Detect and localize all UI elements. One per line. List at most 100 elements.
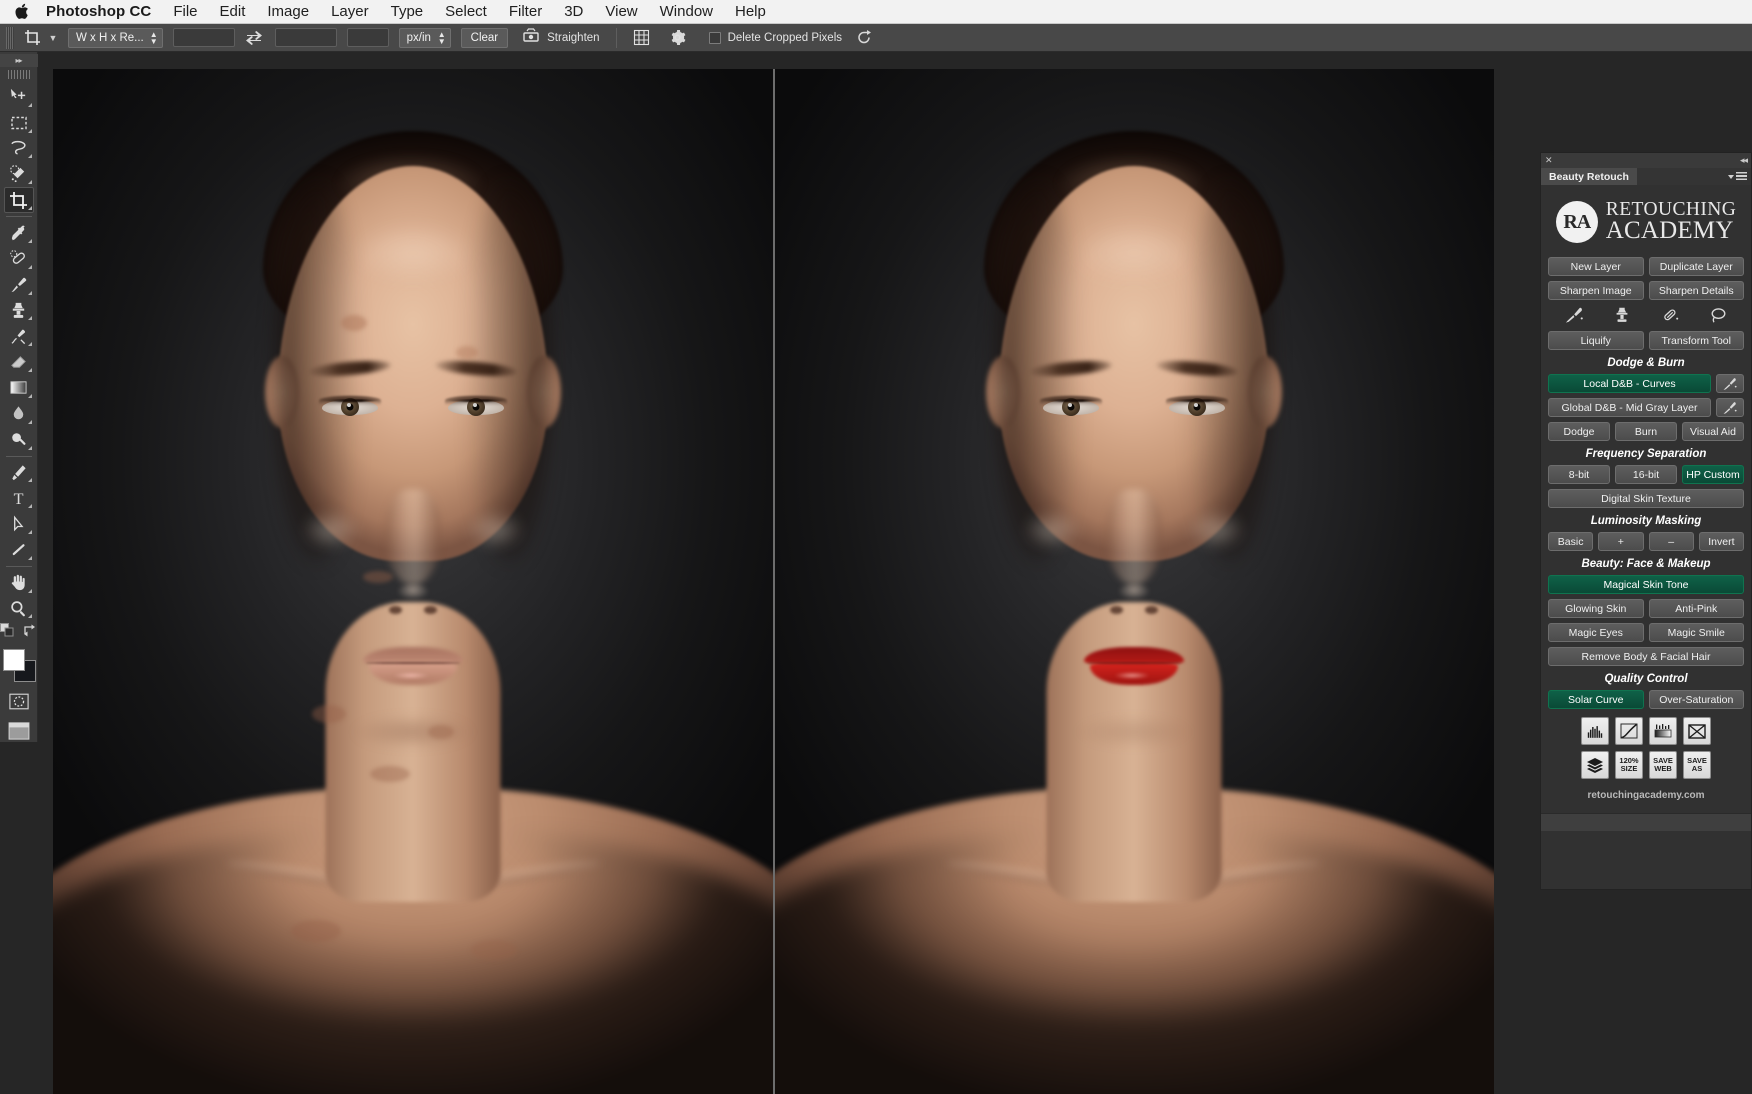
luminosity-invert-button[interactable]: Invert — [1699, 532, 1744, 551]
resolution-unit-select[interactable]: px/in ▲▼ — [399, 28, 451, 48]
global-db-midgray-button[interactable]: Global D&B - Mid Gray Layer — [1548, 398, 1711, 417]
digital-skin-texture-button[interactable]: Digital Skin Texture — [1548, 489, 1744, 508]
foreground-color-swatch[interactable] — [3, 649, 25, 671]
menu-item-type[interactable]: Type — [391, 3, 424, 20]
luminosity-minus-button[interactable]: – — [1649, 532, 1694, 551]
local-db-brush-icon[interactable] — [1716, 374, 1744, 393]
anti-pink-button[interactable]: Anti-Pink — [1649, 599, 1745, 618]
straighten-control[interactable]: Straighten — [522, 28, 599, 48]
crop-width-input[interactable] — [173, 28, 235, 47]
panel-title-bar[interactable]: ✕ ◂◂ — [1541, 153, 1751, 168]
burn-button[interactable]: Burn — [1615, 422, 1677, 441]
panel-footer-url[interactable]: retouchingacademy.com — [1548, 790, 1744, 807]
sidebar-tool-crop-tool[interactable] — [4, 187, 34, 213]
sidebar-tool-move-tool[interactable] — [4, 84, 34, 110]
sidebar-tool-eyedropper-tool[interactable] — [4, 220, 34, 246]
sidebar-tool-rectangular-marquee-tool[interactable] — [4, 110, 34, 136]
sidebar-tool-spot-healing-brush-tool[interactable] — [4, 246, 34, 272]
sharpen-details-button[interactable]: Sharpen Details — [1649, 281, 1745, 300]
sidebar-tool-quick-selection-tool[interactable] — [4, 161, 34, 187]
tool-preset-chevron-down-icon[interactable]: ▼ — [46, 27, 60, 49]
fs-16bit-button[interactable]: 16-bit — [1615, 465, 1677, 484]
sidebar-tool-lasso-tool[interactable] — [4, 136, 34, 162]
dodge-button[interactable]: Dodge — [1548, 422, 1610, 441]
grid-overlay-icon[interactable] — [631, 27, 653, 49]
color-swatches[interactable] — [2, 648, 36, 681]
panel-menu-icon[interactable] — [1736, 172, 1747, 181]
sidebar-tool-line-tool[interactable] — [4, 537, 34, 563]
sidebar-tool-hand-tool[interactable] — [4, 570, 34, 596]
document-canvas[interactable] — [53, 69, 1494, 1094]
sidebar-tool-eraser-tool[interactable] — [4, 349, 34, 375]
reset-arrow-icon[interactable] — [854, 28, 874, 48]
sidebar-tool-gradient-tool[interactable] — [4, 375, 34, 401]
sidebar-tool-pen-tool[interactable] — [4, 460, 34, 486]
close-icon[interactable]: ✕ — [1545, 156, 1553, 165]
fs-8bit-button[interactable]: 8-bit — [1548, 465, 1610, 484]
options-bar-grip[interactable] — [6, 27, 14, 49]
gradient-map-icon[interactable] — [1649, 717, 1677, 745]
save-web-icon[interactable]: SAVEWEB — [1649, 751, 1677, 779]
clone-stamp-icon[interactable] — [1610, 305, 1634, 325]
brush-icon[interactable] — [1562, 305, 1586, 325]
sidebar-tool-blur-tool[interactable] — [4, 401, 34, 427]
menu-item-window[interactable]: Window — [660, 3, 713, 20]
quick-mask-icon[interactable] — [4, 689, 34, 715]
luminosity-plus-button[interactable]: + — [1598, 532, 1643, 551]
swap-dimensions-icon[interactable] — [245, 28, 263, 48]
transform-tool-button[interactable]: Transform Tool — [1649, 331, 1745, 350]
menu-item-3d[interactable]: 3D — [564, 3, 583, 20]
double-chevron-left-icon[interactable]: ◂◂ — [1740, 155, 1747, 166]
remove-body-facial-hair-button[interactable]: Remove Body & Facial Hair — [1548, 647, 1744, 666]
checkbox-box[interactable] — [709, 32, 721, 44]
sharpen-image-button[interactable]: Sharpen Image — [1548, 281, 1644, 300]
chevron-down-icon[interactable] — [1728, 175, 1734, 179]
resize-icon[interactable]: 120%SIZE — [1615, 751, 1643, 779]
menu-item-filter[interactable]: Filter — [509, 3, 542, 20]
menu-item-select[interactable]: Select — [445, 3, 487, 20]
magical-skin-tone-button[interactable]: Magical Skin Tone — [1548, 575, 1744, 594]
magic-eyes-button[interactable]: Magic Eyes — [1548, 623, 1644, 642]
lasso-icon[interactable] — [1706, 305, 1730, 325]
menu-item-help[interactable]: Help — [735, 3, 766, 20]
fs-hp-custom-button[interactable]: HP Custom — [1682, 465, 1744, 484]
clear-button[interactable]: Clear — [461, 28, 508, 48]
histogram-icon[interactable] — [1581, 717, 1609, 745]
tab-beauty-retouch[interactable]: Beauty Retouch — [1541, 168, 1637, 185]
delete-cropped-pixels-checkbox[interactable]: Delete Cropped Pixels — [709, 32, 842, 44]
flatten-x-icon[interactable] — [1683, 717, 1711, 745]
sidebar-tool-dodge-tool[interactable] — [4, 427, 34, 453]
sidebar-tool-zoom-tool[interactable] — [4, 596, 34, 622]
local-db-curves-button[interactable]: Local D&B - Curves — [1548, 374, 1711, 393]
luminosity-basic-button[interactable]: Basic — [1548, 532, 1593, 551]
sidebar-tool-brush-tool[interactable] — [4, 272, 34, 298]
default-colors-icon[interactable] — [0, 623, 14, 642]
new-layer-button[interactable]: New Layer — [1548, 257, 1644, 276]
layers-icon[interactable] — [1581, 751, 1609, 779]
double-chevron-right-icon[interactable]: ▸▸ — [0, 54, 38, 67]
curves-icon[interactable] — [1615, 717, 1643, 745]
liquify-button[interactable]: Liquify — [1548, 331, 1644, 350]
apple-logo-icon[interactable] — [14, 3, 30, 21]
visual-aid-button[interactable]: Visual Aid — [1682, 422, 1744, 441]
gear-icon[interactable] — [667, 27, 689, 49]
sidebar-tool-history-brush-tool[interactable] — [4, 323, 34, 349]
glowing-skin-button[interactable]: Glowing Skin — [1548, 599, 1644, 618]
crop-ratio-select[interactable]: W x H x Re... ▲▼ — [68, 28, 163, 48]
swap-colors-icon[interactable] — [23, 623, 37, 642]
menu-item-layer[interactable]: Layer — [331, 3, 369, 20]
healing-brush-icon[interactable] — [1658, 305, 1682, 325]
menu-item-edit[interactable]: Edit — [220, 3, 246, 20]
sidebar-tool-clone-stamp-tool[interactable] — [4, 298, 34, 324]
over-saturation-button[interactable]: Over-Saturation — [1649, 690, 1745, 709]
global-db-brush-icon[interactable] — [1716, 398, 1744, 417]
crop-resolution-input[interactable] — [347, 28, 389, 47]
menu-item-file[interactable]: File — [173, 3, 197, 20]
menu-item-image[interactable]: Image — [267, 3, 309, 20]
crop-height-input[interactable] — [275, 28, 337, 47]
magic-smile-button[interactable]: Magic Smile — [1649, 623, 1745, 642]
save-as-icon[interactable]: SAVEAS — [1683, 751, 1711, 779]
solar-curve-button[interactable]: Solar Curve — [1548, 690, 1644, 709]
screen-mode-icon[interactable] — [4, 721, 34, 742]
duplicate-layer-button[interactable]: Duplicate Layer — [1649, 257, 1745, 276]
